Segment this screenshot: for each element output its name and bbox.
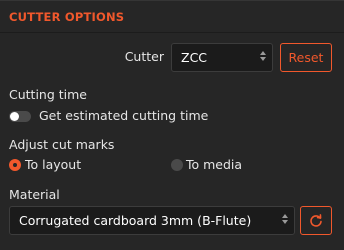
material-select-value: Corrugated cardboard 3mm (B-Flute) xyxy=(19,213,252,228)
section-title: CUTTER OPTIONS xyxy=(9,10,125,24)
radio-to-media-label[interactable]: To media xyxy=(186,157,242,172)
refresh-button[interactable] xyxy=(300,206,332,235)
cutter-label: Cutter xyxy=(124,49,164,64)
radio-to-media[interactable] xyxy=(171,159,183,171)
material-heading: Material xyxy=(9,187,60,202)
cutter-select-value: ZCC xyxy=(181,50,208,65)
radio-to-layout[interactable] xyxy=(9,159,21,171)
up-down-chevron-icon xyxy=(282,214,288,224)
refresh-icon xyxy=(310,213,322,227)
up-down-chevron-icon xyxy=(260,51,266,61)
estimated-time-toggle[interactable] xyxy=(9,111,31,122)
estimated-time-label[interactable]: Get estimated cutting time xyxy=(39,108,208,123)
cutter-options-panel: CUTTER OPTIONS Cutter ZCC Reset Cutting … xyxy=(0,0,344,250)
radio-to-layout-label[interactable]: To layout xyxy=(25,157,81,172)
material-select[interactable]: Corrugated cardboard 3mm (B-Flute) xyxy=(9,206,295,235)
cut-marks-heading: Adjust cut marks xyxy=(9,137,115,152)
cutter-select[interactable]: ZCC xyxy=(171,43,273,72)
toggle-knob xyxy=(10,112,19,121)
header-divider xyxy=(0,32,344,33)
reset-button[interactable]: Reset xyxy=(280,43,332,72)
cutting-time-heading: Cutting time xyxy=(9,87,87,102)
